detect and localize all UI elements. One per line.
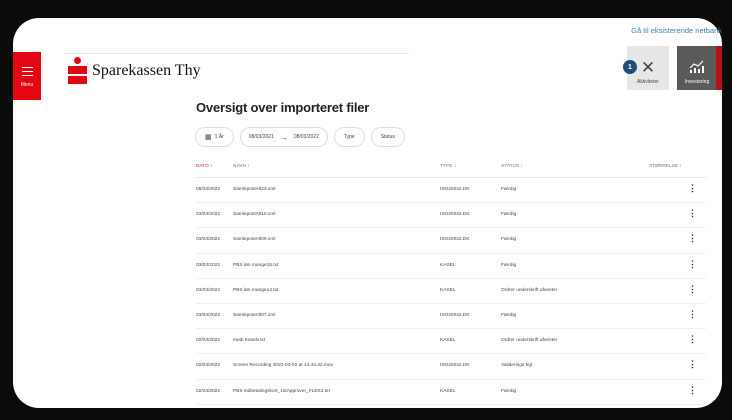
cell-dato: 02/03/2022 [196,338,221,344]
sparekassen-logo-icon [68,57,87,85]
cell-dato: 03/03/2022 [196,312,221,318]
cell-type: ISO20022.DK [440,312,470,318]
cell-type: KASEL [440,262,456,268]
table-header: DATO ↑ NAVN ↕ TYPE ↕ STATUS ↕ STØRRELSE … [196,155,706,178]
activities-badge: 1 [623,60,637,74]
row-menu-icon[interactable]: ⋮ [688,233,697,244]
close-icon: ✕ [640,58,656,77]
cell-status: Færdig [501,262,517,268]
cell-status: Færdig [501,237,517,243]
row-menu-icon[interactable]: ⋮ [688,284,697,295]
cell-type: ISO20022.DK [440,187,470,192]
cell-navn: PBS løn mange14.txt [233,287,279,293]
cell-navn: SamlepostAlt07.xml [233,312,276,318]
existing-netbank-link[interactable]: Gå til eksisterende netbank [631,26,722,35]
cell-status: Færdig [501,187,517,192]
cell-dato: 08/03/2022 [196,187,221,192]
cell-type: KASEL [440,338,456,344]
filter-bar: ▦ 1 År 08/03/2021 → 08/03/2022 Type Stat… [195,127,405,147]
cell-navn: SamlepostAlt10.xml [233,212,276,218]
cell-dato: 03/03/2022 [196,262,221,268]
hamburger-icon [21,64,33,79]
page-title: Oversigt over importeret filer [196,100,370,115]
status-filter[interactable]: Status [370,127,405,147]
column-header-type[interactable]: TYPE ↕ [440,164,456,169]
chart-icon [689,59,705,76]
brand-name: Sparekassen Thy [92,62,201,79]
arrow-right-icon: → [279,132,288,142]
menu-label: Menu [20,81,34,88]
cell-status: Færdig [501,212,517,218]
cell-type: ISO20022.DK [440,237,470,243]
menu-button[interactable]: Menu [13,52,41,100]
table-row[interactable]: 03/03/2022 SamlepostAlt07.xml ISO20022.D… [196,304,706,330]
calendar-icon: ▦ [205,134,212,141]
row-menu-icon[interactable]: ⋮ [688,334,697,345]
date-to[interactable]: 08/03/2022 [294,134,319,140]
column-header-navn[interactable]: NAVN ↕ [233,164,250,169]
cell-status: Færdig [501,388,517,394]
row-menu-icon[interactable]: ⋮ [688,183,697,194]
imported-files-table: DATO ↑ NAVN ↕ TYPE ↕ STATUS ↕ STØRRELSE … [196,155,706,405]
cell-dato: 03/03/2022 [196,237,221,243]
cell-dato: 03/03/2022 [196,287,221,293]
cell-type: ISO20022.DK [440,212,470,218]
period-value: 1 År [214,134,224,140]
row-menu-icon[interactable]: ⋮ [688,259,697,270]
cell-type: KASEL [440,287,456,293]
table-row[interactable]: 03/03/2022 SamlepostAlt09.xml ISO20022.D… [196,228,706,254]
cell-dato: 03/03/2022 [196,212,221,218]
cell-navn: PBS indbetalingskort_1stApprover_FLEX2.t… [233,388,330,394]
cell-status: Færdig [501,312,517,318]
table-row[interactable]: 02/03/2022 PBS indbetalingskort_1stAppro… [196,380,706,405]
cell-navn: SamlepostAlt23.xml [233,187,276,192]
column-header-status[interactable]: STATUS ↕ [501,164,523,169]
investing-button[interactable]: Investering [677,46,717,90]
row-menu-icon[interactable]: ⋮ [688,359,697,370]
brand-logo[interactable]: Sparekassen Thy [68,57,201,85]
cell-dato: 02/03/2022 [196,388,221,394]
cell-navn: medi Kaselv.txt [233,338,266,344]
date-range-filter[interactable]: 08/03/2021 → 08/03/2022 [239,127,328,147]
cell-status: Ordrer underskrift afventer [501,338,558,344]
cell-type: ISO20022.DK [440,363,470,369]
activities-label: Aktiviteter [637,79,659,85]
column-header-dato[interactable]: DATO ↑ [196,164,213,169]
cell-navn: PBS løn mange15.txt [233,262,279,268]
table-row[interactable]: 03/03/2022 PBS løn mange15.txt KASEL Fær… [196,254,706,279]
table-row[interactable]: 02/03/2022 medi Kaselv.txt KASEL Ordrer … [196,329,706,355]
cell-dato: 02/03/2022 [196,363,221,369]
cell-type: KASEL [440,388,456,394]
table-row[interactable]: 03/03/2022 PBS løn mange14.txt KASEL Ord… [196,279,706,304]
row-menu-icon[interactable]: ⋮ [688,385,697,396]
cell-navn: Screen Recording 2022-03-02 at 14.44.42.… [233,363,333,369]
table-row[interactable]: 02/03/2022 Screen Recording 2022-03-02 a… [196,354,706,380]
investing-label: Investering [684,79,710,85]
header-divider [64,53,409,54]
table-row[interactable]: 08/03/2022 SamlepostAlt23.xml ISO20022.D… [196,178,706,204]
cell-status: Validerings fejl [501,363,532,369]
row-menu-icon[interactable]: ⋮ [688,208,697,219]
cell-navn: SamlepostAlt09.xml [233,237,276,243]
row-menu-icon[interactable]: ⋮ [688,309,697,320]
date-from[interactable]: 08/03/2021 [249,134,274,140]
table-row[interactable]: 03/03/2022 SamlepostAlt10.xml ISO20022.D… [196,203,706,229]
header-accent-strip [716,46,722,90]
period-filter[interactable]: ▦ 1 År [195,127,234,147]
cell-status: Ordrer underskrift afventer [501,287,558,293]
column-header-size[interactable]: STØRRELSE ↕ [649,164,682,169]
type-filter[interactable]: Type [333,127,365,147]
